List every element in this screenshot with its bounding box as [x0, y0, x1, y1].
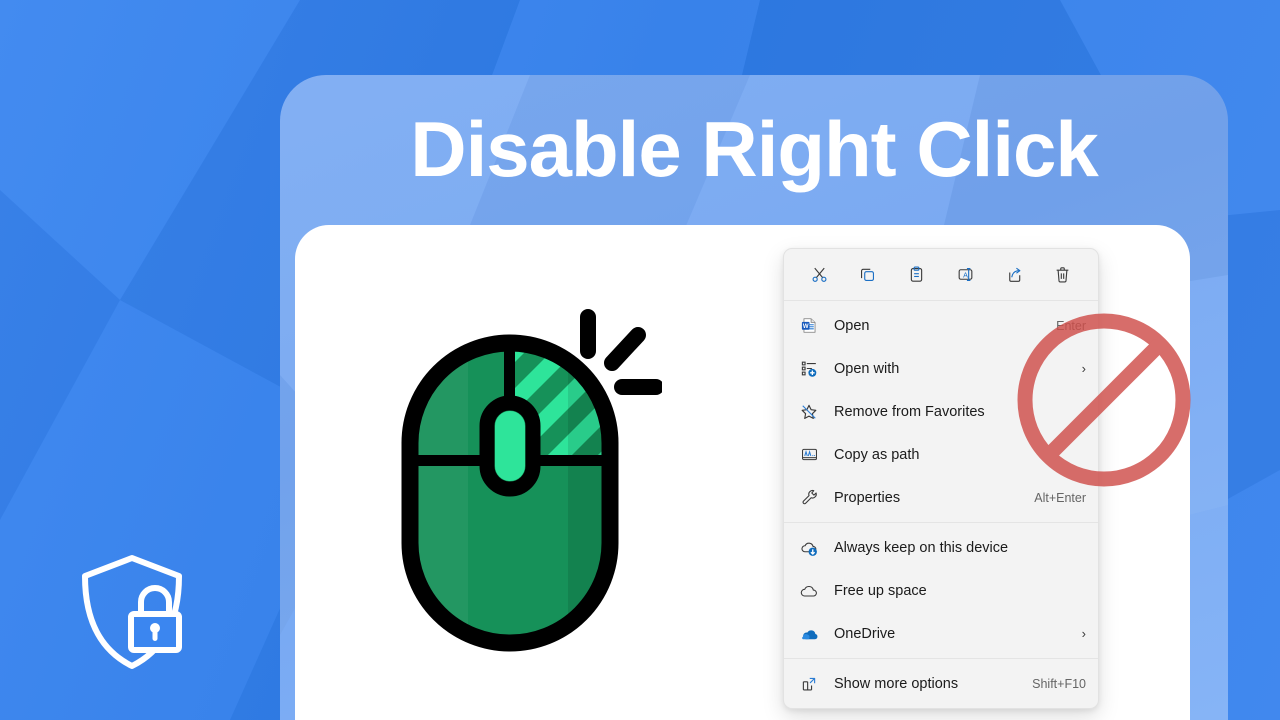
show-more-options-icon — [798, 673, 820, 695]
cut-icon[interactable] — [802, 259, 836, 289]
menu-item-copy-as-path[interactable]: Copy as path — [784, 433, 1098, 476]
chevron-right-icon: › — [1081, 626, 1086, 641]
paste-icon[interactable] — [900, 259, 934, 289]
menu-group-2: Always keep on this device Free up space — [784, 523, 1098, 658]
menu-item-label: Open with — [834, 360, 900, 377]
computer-mouse-icon — [401, 309, 662, 652]
context-menu-toolbar[interactable]: A — [784, 249, 1098, 300]
menu-item-label: Open — [834, 317, 870, 334]
menu-item-accel: Enter — [1056, 318, 1086, 333]
copy-as-path-icon — [798, 444, 820, 466]
menu-item-label: OneDrive — [834, 625, 896, 642]
menu-item-label: Show more options — [834, 675, 959, 692]
shield-lock-icon — [82, 555, 182, 669]
menu-item-properties[interactable]: Properties Alt+Enter — [784, 476, 1098, 519]
unfavorite-star-icon — [798, 401, 820, 423]
menu-item-label: Copy as path — [834, 446, 920, 463]
svg-text:A: A — [963, 271, 968, 279]
onedrive-icon — [798, 623, 820, 645]
menu-item-label: Free up space — [834, 582, 927, 599]
cloud-download-icon — [798, 537, 820, 559]
click-lines-icon — [580, 309, 662, 395]
menu-item-remove-from-favorites[interactable]: Remove from Favorites — [784, 390, 1098, 433]
cloud-icon — [798, 580, 820, 602]
copy-icon[interactable] — [851, 259, 885, 289]
context-menu[interactable]: A W Open Enter Open with › Remove from F… — [783, 248, 1099, 709]
screenshot-root: Disable Right Click A W Open Enter Open … — [0, 0, 1280, 720]
svg-text:W: W — [802, 324, 808, 330]
delete-icon[interactable] — [1046, 259, 1080, 289]
menu-item-label: Properties — [834, 489, 901, 506]
menu-item-open[interactable]: W Open Enter — [784, 304, 1098, 347]
rename-icon[interactable]: A — [948, 259, 982, 289]
menu-group-3: Show more options Shift+F10 — [784, 659, 1098, 708]
chevron-right-icon: › — [1081, 361, 1086, 376]
wrench-icon — [798, 487, 820, 509]
word-document-icon: W — [798, 315, 820, 337]
page-title: Disable Right Click — [410, 105, 1099, 193]
share-icon[interactable] — [997, 259, 1031, 289]
menu-item-open-with[interactable]: Open with › — [784, 347, 1098, 390]
menu-group-1: W Open Enter Open with › Remove from Fav… — [784, 301, 1098, 522]
menu-item-always-keep-on-this-device[interactable]: Always keep on this device — [784, 526, 1098, 569]
menu-item-label: Remove from Favorites — [834, 403, 985, 420]
menu-item-free-up-space[interactable]: Free up space — [784, 569, 1098, 612]
menu-item-accel: Shift+F10 — [1032, 676, 1086, 691]
menu-item-accel: Alt+Enter — [1034, 490, 1086, 505]
menu-item-show-more-options[interactable]: Show more options Shift+F10 — [784, 662, 1098, 705]
open-with-icon — [798, 358, 820, 380]
menu-item-label: Always keep on this device — [834, 539, 1009, 556]
menu-item-onedrive[interactable]: OneDrive › — [784, 612, 1098, 655]
